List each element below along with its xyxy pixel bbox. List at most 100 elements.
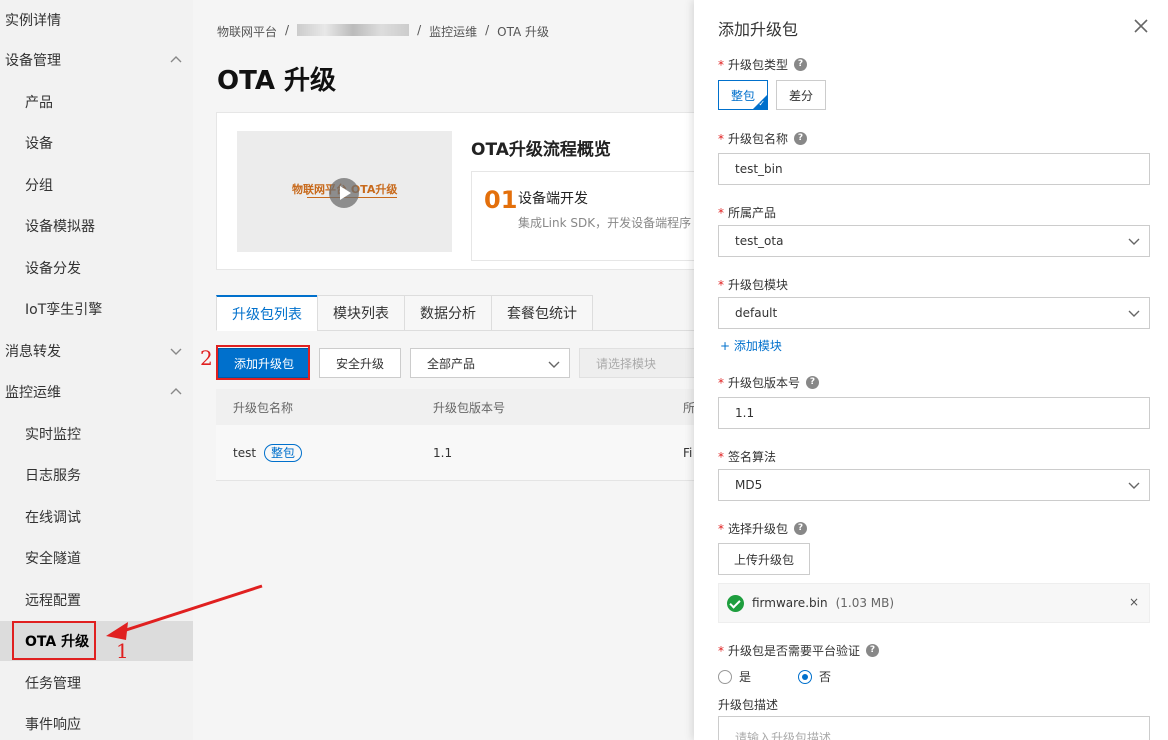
success-check-icon bbox=[727, 594, 744, 612]
package-name-text: test bbox=[233, 445, 257, 460]
sidebar-item-task-management[interactable]: 任务管理 bbox=[0, 663, 193, 703]
required-mark: * bbox=[718, 375, 724, 390]
annotation-box-2 bbox=[216, 345, 310, 380]
verify-label: * 升级包是否需要平台验证 ? bbox=[718, 642, 880, 659]
overview-video[interactable]: 物联网平台 OTA升级 bbox=[237, 131, 452, 252]
tab-package-list[interactable]: 升级包列表 bbox=[216, 295, 317, 331]
module-label-text: 升级包模块 bbox=[728, 278, 789, 292]
sidebar-item-device-distribution[interactable]: 设备分发 bbox=[0, 248, 193, 288]
verify-yes-label: 是 bbox=[739, 670, 752, 684]
help-icon[interactable]: ? bbox=[794, 58, 808, 71]
breadcrumb-masked-instance[interactable] bbox=[297, 24, 410, 36]
sidebar-item-product[interactable]: 产品 bbox=[0, 82, 193, 122]
sidebar-group-device-management[interactable]: 设备管理 bbox=[0, 40, 193, 80]
verify-yes-radio[interactable]: 是 bbox=[718, 668, 751, 685]
verify-no-radio[interactable]: 否 bbox=[798, 668, 831, 685]
radio-circle-selected bbox=[798, 669, 812, 684]
sidebar-item-label: 消息转发 bbox=[5, 344, 61, 360]
sidebar-item-label: 设备 bbox=[25, 136, 53, 152]
ota-overview-card: 物联网平台 OTA升级 OTA升级流程概览 01 设备端开发 集成Link SD… bbox=[216, 112, 736, 270]
help-icon[interactable]: ? bbox=[794, 522, 808, 535]
verify-no-label: 否 bbox=[819, 670, 832, 684]
pkg-type-diff-option[interactable]: 差分 bbox=[776, 80, 827, 110]
help-icon[interactable]: ? bbox=[866, 644, 880, 657]
sidebar-item-online-debug[interactable]: 在线调试 bbox=[0, 497, 193, 537]
breadcrumb-item[interactable]: 监控运维 bbox=[429, 23, 477, 40]
verify-label-text: 升级包是否需要平台验证 bbox=[728, 644, 861, 658]
product-label: * 所属产品 bbox=[718, 204, 776, 221]
overview-step-card: 01 设备端开发 集成Link SDK，开发设备端程序 bbox=[471, 171, 721, 261]
version-label-text: 升级包版本号 bbox=[728, 376, 801, 390]
version-value: 1.1 bbox=[735, 406, 755, 420]
description-textarea[interactable]: 请输入升级包描述 bbox=[718, 716, 1150, 740]
product-select[interactable]: 全部产品 bbox=[410, 348, 571, 378]
sidebar-item-device-simulator[interactable]: 设备模拟器 bbox=[0, 206, 193, 246]
pkg-type-label-text: 升级包类型 bbox=[728, 58, 789, 72]
help-icon[interactable]: ? bbox=[806, 376, 820, 389]
breadcrumb: 物联网平台 / / 监控运维 / OTA 升级 bbox=[217, 23, 549, 40]
required-mark: * bbox=[718, 521, 724, 536]
sidebar-item-remote-config[interactable]: 远程配置 bbox=[0, 580, 193, 620]
secure-upgrade-button[interactable]: 安全升级 bbox=[319, 348, 402, 378]
pkg-name-value: test_bin bbox=[735, 162, 783, 176]
sidebar-item-event-response[interactable]: 事件响应 bbox=[0, 704, 193, 740]
sidebar-item-iot-twin-engine[interactable]: IoT孪生引擎 bbox=[0, 289, 193, 329]
table-row[interactable]: test 整包 1.1 Fi bbox=[216, 425, 736, 481]
pkg-name-input[interactable]: test_bin bbox=[718, 153, 1150, 185]
required-mark: * bbox=[718, 131, 724, 146]
close-icon[interactable] bbox=[1132, 17, 1150, 35]
remove-file-icon[interactable]: × bbox=[1129, 595, 1139, 609]
pkg-name-label: * 升级包名称 ? bbox=[718, 130, 808, 147]
add-module-link[interactable]: + 添加模块 bbox=[720, 337, 782, 354]
chevron-down-icon bbox=[1128, 482, 1140, 489]
sidebar-item-label: 安全隧道 bbox=[25, 551, 81, 567]
annotation-number-1: 1 bbox=[116, 639, 129, 663]
sidebar-item-label: 日志服务 bbox=[25, 468, 81, 484]
breadcrumb-separator: / bbox=[485, 23, 490, 37]
sidebar-item-instance-detail[interactable]: 实例详情 bbox=[0, 0, 193, 40]
overview-title: OTA升级流程概览 bbox=[471, 140, 611, 160]
play-icon[interactable] bbox=[329, 178, 359, 208]
breadcrumb-current: OTA 升级 bbox=[497, 25, 550, 39]
chevron-down-icon bbox=[1128, 310, 1140, 317]
select-pkg-label-text: 选择升级包 bbox=[728, 522, 789, 536]
tab-package-stats[interactable]: 套餐包统计 bbox=[491, 295, 593, 331]
tab-module-list[interactable]: 模块列表 bbox=[317, 295, 404, 331]
tab-data-analysis[interactable]: 数据分析 bbox=[404, 295, 491, 331]
upload-package-button[interactable]: 上传升级包 bbox=[718, 543, 811, 575]
chevron-up-icon bbox=[170, 388, 182, 395]
sidebar-item-realtime-monitor[interactable]: 实时监控 bbox=[0, 414, 193, 454]
required-mark: * bbox=[718, 277, 724, 292]
help-icon[interactable]: ? bbox=[794, 132, 808, 145]
module-select-placeholder: 请选择模块 bbox=[596, 356, 657, 371]
sidebar-group-message-forwarding[interactable]: 消息转发 bbox=[0, 331, 193, 371]
sidebar-item-device[interactable]: 设备 bbox=[0, 123, 193, 163]
sign-algorithm-dropdown[interactable]: MD5 bbox=[718, 469, 1150, 501]
sidebar-group-monitoring-ops[interactable]: 监控运维 bbox=[0, 372, 193, 412]
radio-circle bbox=[718, 669, 732, 684]
version-input[interactable]: 1.1 bbox=[718, 397, 1150, 429]
module-dropdown[interactable]: default bbox=[718, 297, 1150, 329]
column-header-name: 升级包名称 bbox=[233, 400, 294, 415]
cell-package-name: test 整包 bbox=[233, 443, 303, 462]
sidebar-item-group[interactable]: 分组 bbox=[0, 165, 193, 205]
drawer-title: 添加升级包 bbox=[718, 20, 799, 39]
table-header: 升级包名称 升级包版本号 所 bbox=[216, 389, 736, 425]
pkg-name-label-text: 升级包名称 bbox=[728, 132, 789, 146]
breadcrumb-item[interactable]: 物联网平台 bbox=[217, 23, 277, 40]
cell-product: Fi bbox=[683, 445, 693, 460]
pkg-type-full-option[interactable]: 整包 ✓ bbox=[718, 80, 769, 110]
sidebar-item-label: IoT孪生引擎 bbox=[25, 302, 103, 318]
tab-bar: 升级包列表 模块列表 数据分析 套餐包统计 bbox=[216, 295, 736, 331]
step-description: 集成Link SDK，开发设备端程序 bbox=[518, 216, 692, 230]
version-label: * 升级包版本号 ? bbox=[718, 374, 820, 391]
sidebar-item-log-service[interactable]: 日志服务 bbox=[0, 455, 193, 495]
product-dropdown[interactable]: test_ota bbox=[718, 225, 1150, 257]
sidebar-item-secure-tunnel[interactable]: 安全隧道 bbox=[0, 538, 193, 578]
sidebar-item-label: 远程配置 bbox=[25, 593, 81, 609]
breadcrumb-separator: / bbox=[417, 23, 422, 37]
chevron-up-icon bbox=[170, 56, 182, 63]
select-pkg-label: * 选择升级包 ? bbox=[718, 520, 808, 537]
product-label-text: 所属产品 bbox=[728, 206, 777, 220]
file-size: (1.03 MB) bbox=[835, 596, 895, 610]
